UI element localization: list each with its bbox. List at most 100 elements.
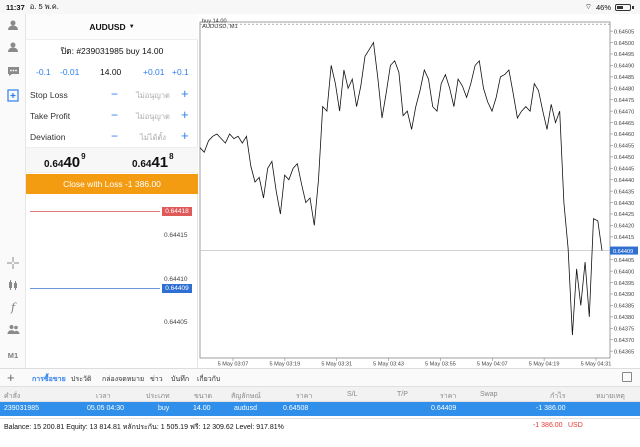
deviation-label: Deviation — [30, 132, 66, 142]
cell-symbol: audusd — [234, 405, 257, 412]
volume-dec-large-button[interactable]: -0.1 — [36, 67, 51, 77]
clock: 11:37 — [6, 2, 25, 12]
person-settings-icon[interactable] — [4, 16, 22, 34]
chart-svg[interactable]: 0.64505 0.64500 0.64495 0.64490 0.64485 0.644… — [198, 14, 640, 368]
y-tick-label: 0.64435 — [614, 189, 634, 195]
table-row[interactable]: 239031985 05.05 04:30 buy 14.00 audusd 0… — [0, 402, 640, 416]
stop-loss-value[interactable]: ไม่อนุญาต — [128, 90, 178, 102]
column-header[interactable]: กำไร — [550, 391, 565, 402]
take-profit-plus-button[interactable]: + — [181, 107, 189, 122]
y-tick-label: 0.64370 — [614, 338, 634, 344]
order-panel: AUDUSD ▼ ปิด: #239031985 buy 14.00 -0.1 … — [26, 14, 198, 368]
x-tick-label: 5 May 04:07 — [477, 362, 508, 368]
candlestick-icon[interactable] — [4, 276, 22, 294]
column-header[interactable]: ประเภท — [146, 391, 170, 402]
ask-level-line — [30, 211, 160, 212]
y-tick-label: 0.64365 — [614, 349, 634, 355]
current-price-tag: 0.64409 — [613, 249, 633, 255]
take-profit-row: Take Profit − ไม่อนุญาต + — [26, 107, 198, 124]
cell-size: 14.00 — [193, 405, 211, 412]
bid-price-sup: 9 — [81, 152, 86, 161]
cell-type: buy — [158, 405, 170, 412]
stop-loss-minus-button[interactable]: − — [111, 87, 118, 101]
ask-price-big: 41 — [151, 154, 169, 171]
deviation-minus-button[interactable]: − — [111, 129, 118, 143]
add-icon[interactable]: + — [7, 370, 15, 385]
column-header[interactable]: หมายเหตุ — [596, 391, 625, 402]
y-tick-label: 0.64420 — [614, 224, 634, 230]
y-tick-label: 0.64475 — [614, 98, 634, 104]
tab-trade[interactable]: การซื้อขาย — [32, 374, 66, 385]
column-header[interactable]: T/P — [397, 391, 408, 398]
bid-price-main: 0.64 — [44, 159, 64, 170]
total-profit: -1 386.00 — [533, 422, 563, 429]
column-header[interactable]: ราคา — [296, 391, 312, 402]
y-tick-label: 0.64385 — [614, 304, 634, 310]
volume-inc-large-button[interactable]: +0.1 — [172, 67, 189, 77]
chat-icon[interactable] — [4, 62, 22, 80]
x-tick-label: 5 May 03:31 — [321, 362, 352, 368]
ask-price: 0.64418 — [132, 152, 174, 171]
stop-loss-plus-button[interactable]: + — [181, 86, 189, 101]
column-header[interactable]: เวลา — [96, 391, 111, 402]
battery-percent: 46% — [595, 2, 611, 12]
stop-loss-row: Stop Loss − ไม่อนุญาต + — [26, 86, 198, 103]
timeframe-button[interactable]: M1 — [4, 346, 22, 364]
deviation-plus-button[interactable]: + — [181, 128, 189, 143]
function-icon[interactable]: f — [4, 298, 22, 316]
take-profit-value[interactable]: ไม่อนุญาต — [128, 111, 178, 123]
ask-price-tag: 0.64418 — [162, 207, 192, 216]
column-header[interactable]: สัญลักษณ์ — [231, 391, 261, 402]
x-tick-label: 5 May 03:07 — [218, 362, 249, 368]
take-profit-minus-button[interactable]: − — [111, 108, 118, 122]
y-tick-label: 0.64430 — [614, 201, 634, 207]
y-tick-label: 0.64460 — [614, 132, 634, 138]
tab-mailbox[interactable]: กล่องจดหมาย — [102, 374, 144, 385]
volume-dec-small-button[interactable]: -0.01 — [60, 67, 79, 77]
y-tick-label: 0.64505 — [614, 29, 634, 35]
x-tick-label: 5 May 03:55 — [425, 362, 456, 368]
cell-profit: -1 386.00 — [536, 405, 566, 412]
column-header[interactable]: ราคา — [440, 391, 456, 402]
tab-about[interactable]: เกี่ยวกับ — [197, 374, 220, 385]
column-header[interactable]: ขนาด — [194, 391, 212, 402]
symbol-name: AUDUSD — [89, 21, 126, 32]
volume-value[interactable]: 14.00 — [100, 67, 121, 77]
column-header[interactable]: Swap — [480, 391, 498, 398]
positions-table-header: คำสั่ง เวลา ประเภท ขนาด สัญลักษณ์ ราคา S… — [0, 386, 640, 402]
person-icon[interactable] — [4, 38, 22, 56]
symbol-selector[interactable]: AUDUSD ▼ — [26, 14, 198, 40]
crosshair-icon[interactable] — [4, 254, 22, 272]
y-tick-label: 0.64400 — [614, 269, 634, 275]
close-with-loss-button[interactable]: Close with Loss -1 386.00 — [26, 174, 198, 194]
left-toolbar: f M1 — [0, 14, 26, 368]
price-chart[interactable]: 0.64505 0.64500 0.64495 0.64490 0.64485 0.644… — [198, 14, 640, 368]
deviation-row: Deviation − ไม่ได้ตั้ง + — [26, 128, 198, 145]
deviation-value[interactable]: ไม่ได้ตั้ง — [128, 132, 178, 144]
y-tick-label: 0.64490 — [614, 64, 634, 70]
bottom-strip — [0, 432, 640, 447]
volume-inc-small-button[interactable]: +0.01 — [143, 67, 165, 77]
cell-time: 05.05 04:30 — [87, 405, 124, 412]
y-tick-label: 0.64380 — [614, 315, 634, 321]
status-bar: 11:37 อ. 5 พ.ค. ⌔ 46% — [0, 0, 640, 14]
column-header[interactable]: S/L — [347, 391, 358, 398]
status-icons: ⌔ 46% — [585, 2, 634, 12]
expand-icon[interactable] — [622, 372, 632, 382]
y-tick-label: 0.64395 — [614, 281, 634, 287]
chart-title: AUDUSD, M1 — [202, 24, 238, 30]
tab-journal[interactable]: บันทึก — [171, 374, 189, 385]
tab-news[interactable]: ข่าว — [150, 374, 163, 385]
price-row: 0.64409 0.64418 — [26, 147, 198, 173]
mini-scale-label: 0.64405 — [164, 319, 188, 326]
people-icon[interactable] — [4, 320, 22, 338]
y-tick-label: 0.64390 — [614, 292, 634, 298]
y-tick-label: 0.64465 — [614, 121, 634, 127]
new-order-icon[interactable] — [4, 86, 22, 104]
x-tick-label: 5 May 04:31 — [581, 362, 612, 368]
column-header[interactable]: คำสั่ง — [4, 391, 20, 402]
terminal-tabs: + การซื้อขาย ประวัติ กล่องจดหมาย ข่าว บั… — [0, 368, 640, 386]
mini-scale-label: 0.64415 — [164, 232, 188, 239]
tab-history[interactable]: ประวัติ — [71, 374, 91, 385]
y-tick-label: 0.64480 — [614, 86, 634, 92]
